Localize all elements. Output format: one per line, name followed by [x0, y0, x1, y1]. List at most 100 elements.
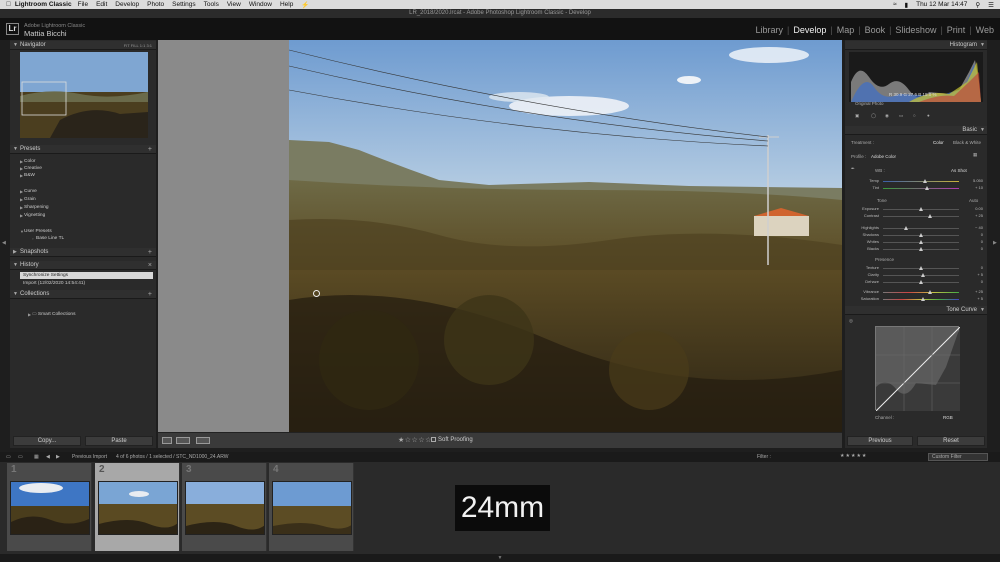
- navigator-preview[interactable]: [20, 52, 148, 138]
- previous-button[interactable]: Previous: [847, 436, 913, 446]
- clear-history-icon[interactable]: ×: [148, 261, 152, 270]
- slider-value[interactable]: 0.00: [965, 206, 983, 211]
- slider-value[interactable]: 0: [965, 246, 983, 251]
- battery-icon[interactable]: ▮: [905, 1, 909, 9]
- module-book[interactable]: Book: [865, 25, 886, 35]
- menubar-clock[interactable]: Thu 12 Mar 14:47: [916, 1, 967, 9]
- slider-value[interactable]: − 40: [965, 225, 983, 230]
- slider-saturation[interactable]: Saturation + 5: [849, 296, 983, 302]
- grid-view-icon[interactable]: ▦: [34, 454, 39, 460]
- left-panel-toggle-icon[interactable]: ◀: [2, 240, 6, 246]
- filmstrip-cell[interactable]: 1: [7, 463, 92, 551]
- slider-texture[interactable]: Texture 0: [849, 265, 983, 271]
- preset-group-curve[interactable]: ▶ Curve: [20, 189, 37, 194]
- slider-contrast[interactable]: Contrast + 25: [849, 213, 983, 219]
- menu-edit[interactable]: Edit: [96, 1, 107, 8]
- reset-button[interactable]: Reset: [917, 436, 985, 446]
- red-eye-icon[interactable]: ◉: [885, 113, 889, 119]
- rating-filter-stars[interactable]: ★★★★★: [840, 453, 867, 459]
- slider-dehaze[interactable]: Dehaze 0: [849, 279, 983, 285]
- module-slideshow[interactable]: Slideshow: [895, 25, 936, 35]
- module-print[interactable]: Print: [947, 25, 966, 35]
- right-panel-toggle-icon[interactable]: ▶: [993, 240, 997, 246]
- history-step-selected[interactable]: Synchronize Settings: [20, 272, 153, 279]
- forward-arrow-icon[interactable]: ▶: [56, 454, 60, 460]
- slider-value[interactable]: + 5: [965, 296, 983, 301]
- menu-tools[interactable]: Tools: [204, 1, 219, 8]
- back-arrow-icon[interactable]: ◀: [46, 454, 50, 460]
- slider-tint[interactable]: Tint + 10: [849, 185, 983, 191]
- wb-dropdown[interactable]: As Shot: [951, 168, 967, 173]
- slider-knob[interactable]: [919, 280, 923, 284]
- preset-group-sharpening[interactable]: ▶ Sharpening: [20, 205, 49, 210]
- loupe-view-icon[interactable]: [162, 437, 172, 444]
- tone-curve-header[interactable]: Tone Curve ▼: [845, 306, 987, 315]
- slider-temp[interactable]: Temp 5.050: [849, 178, 983, 184]
- slider-knob[interactable]: [919, 240, 923, 244]
- slider-value[interactable]: 0: [965, 232, 983, 237]
- thumbnail[interactable]: [10, 481, 90, 535]
- slider-knob[interactable]: [919, 207, 923, 211]
- tone-curve-graph[interactable]: [875, 326, 961, 412]
- slider-knob[interactable]: [919, 247, 923, 251]
- adjustment-brush-icon[interactable]: ●: [927, 113, 930, 118]
- channel-dropdown[interactable]: RGB: [943, 415, 953, 420]
- radial-filter-icon[interactable]: ○: [913, 113, 916, 118]
- menu-window[interactable]: Window: [249, 1, 272, 8]
- filmstrip-cell[interactable]: 4: [269, 463, 354, 551]
- zoom-fill[interactable]: FILL: [131, 43, 139, 48]
- slider-shadows[interactable]: Shadows 0: [849, 232, 983, 238]
- tone-auto-button[interactable]: Auto: [969, 198, 978, 203]
- collections-header[interactable]: ▼ Collections +: [10, 290, 156, 299]
- slider-knob[interactable]: [903, 226, 908, 230]
- histogram-header[interactable]: Histogram ▼: [845, 41, 987, 50]
- history-step[interactable]: Import (12/02/2020 14:54:41): [20, 280, 153, 287]
- rating-stars[interactable]: ★☆☆☆☆: [398, 436, 432, 444]
- menu-help[interactable]: Help: [280, 1, 293, 8]
- profile-dropdown[interactable]: Adobe Color: [871, 154, 896, 159]
- module-map[interactable]: Map: [837, 25, 855, 35]
- zoom-1-1[interactable]: 1:1: [140, 43, 146, 48]
- collection-smart-collections[interactable]: ▶ ▭ Smart Collections: [28, 312, 75, 317]
- slider-knob[interactable]: [925, 186, 930, 190]
- filmstrip-cell[interactable]: 3: [182, 463, 267, 551]
- add-snapshot-icon[interactable]: +: [148, 248, 152, 257]
- slider-blacks[interactable]: Blacks 0: [849, 246, 983, 252]
- slider-vibrance[interactable]: Vibrance + 25: [849, 289, 983, 295]
- wb-eyedropper-icon[interactable]: ✒: [851, 166, 855, 172]
- thumbnail[interactable]: [272, 481, 352, 535]
- add-preset-icon[interactable]: +: [148, 145, 152, 154]
- zoom-fit[interactable]: FIT: [124, 43, 130, 48]
- menu-file[interactable]: File: [78, 1, 88, 8]
- slider-knob[interactable]: [921, 273, 926, 277]
- slider-value[interactable]: + 25: [965, 289, 983, 294]
- filmstrip-source[interactable]: Previous Import: [72, 454, 107, 460]
- slider-exposure[interactable]: Exposure 0.00: [849, 206, 983, 212]
- slider-knob[interactable]: [922, 179, 927, 183]
- preset-group-color[interactable]: ▶ Color: [20, 159, 35, 164]
- preset-base-line-tl[interactable]: ▫ Base Line TL: [32, 236, 64, 241]
- menu-view[interactable]: View: [227, 1, 241, 8]
- targeted-adjustment-icon[interactable]: ◎: [849, 318, 853, 324]
- snapshots-header[interactable]: ▶ Snapshots +: [10, 248, 156, 257]
- slider-highlights[interactable]: Highlights − 40: [849, 225, 983, 231]
- preset-group-grain[interactable]: ▶ Grain: [20, 197, 36, 202]
- slider-knob[interactable]: [919, 233, 923, 237]
- primary-display-icon[interactable]: ▭: [6, 454, 11, 460]
- slider-knob[interactable]: [919, 266, 923, 270]
- filmstrip-cell-selected[interactable]: 2: [95, 463, 180, 551]
- spotlight-icon[interactable]: ⚲: [975, 1, 980, 9]
- history-header[interactable]: ▼ History ×: [10, 261, 156, 270]
- zoom-3-1[interactable]: 3:1: [146, 43, 152, 48]
- control-center-icon[interactable]: ☰: [988, 1, 994, 9]
- slider-value[interactable]: 0: [965, 239, 983, 244]
- spot-removal-icon[interactable]: ◯: [871, 113, 876, 119]
- app-menu[interactable]: Lightroom Classic: [15, 1, 72, 8]
- collapse-triangle-icon[interactable]: ▼: [498, 555, 503, 561]
- module-develop[interactable]: Develop: [793, 25, 826, 35]
- preset-group-user[interactable]: ▼ User Presets: [20, 229, 52, 234]
- bottom-panel-toggle[interactable]: ▼: [0, 554, 1000, 562]
- apple-icon[interactable]: : [6, 1, 11, 8]
- slider-value[interactable]: + 10: [965, 185, 983, 190]
- navigator-header[interactable]: ▼ Navigator FIT FILL 1:1 3:1: [10, 41, 156, 50]
